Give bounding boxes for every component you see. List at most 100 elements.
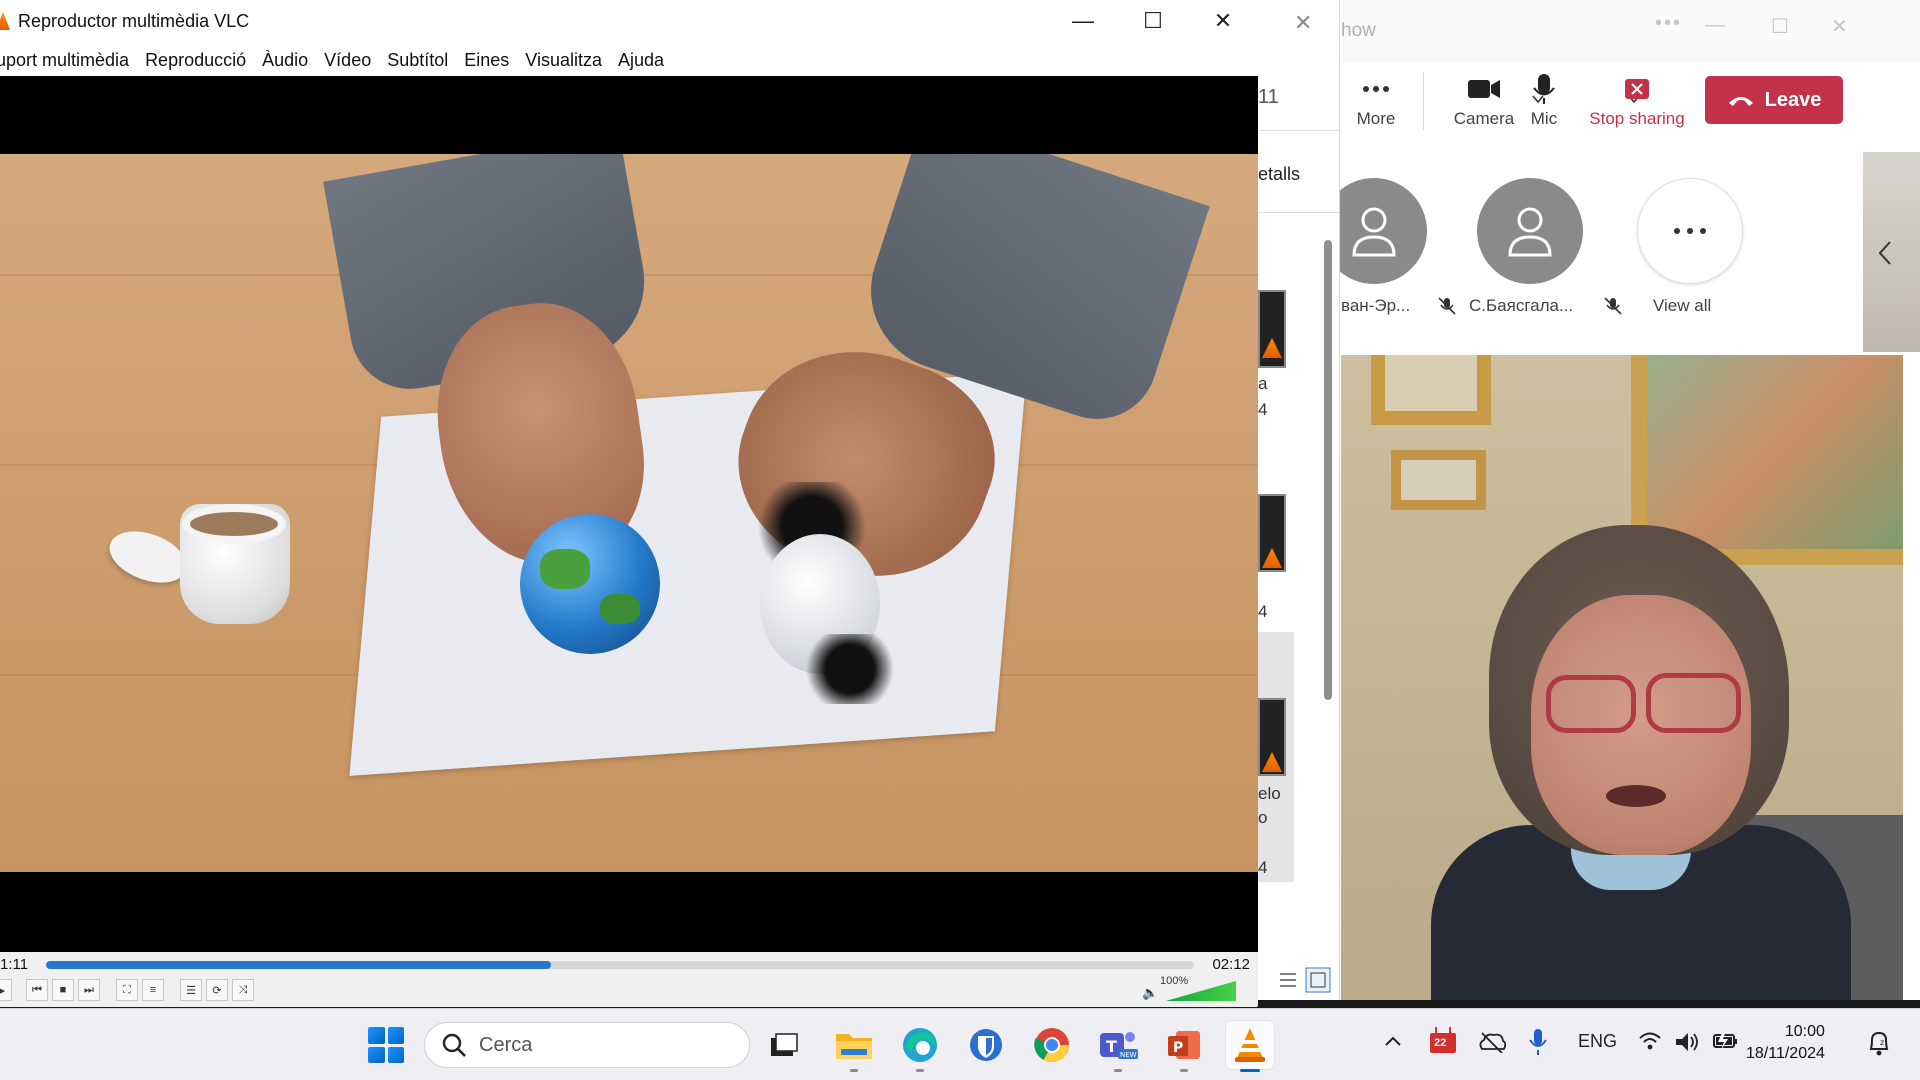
file-name[interactable]: elo [1258,784,1281,804]
details-view-icon[interactable] [1280,973,1296,987]
ellipsis-icon [1674,228,1706,234]
close-icon[interactable]: ✕ [1208,8,1238,34]
stop-button[interactable]: ■ [52,979,74,1001]
volume-icon[interactable] [1674,1031,1700,1053]
toolbar-divider [1423,72,1424,130]
teams-new-icon[interactable]: T NEW [1094,1021,1142,1072]
play-pause-button[interactable]: ▶ [0,979,12,1001]
microphone-in-use-icon[interactable] [1528,1027,1548,1057]
chrome-icon[interactable] [1028,1021,1076,1069]
elapsed-time: 1:11 [0,956,29,973]
muted-mic-icon [1438,297,1456,315]
maximize-icon[interactable]: ☐ [1138,8,1168,34]
leave-label: Leave [1764,88,1822,111]
extended-settings-button[interactable]: ≡ [142,979,164,1001]
menu-playback[interactable]: Reproducció [145,50,246,71]
svg-text:NEW: NEW [1120,1051,1137,1059]
svg-text:P: P [1173,1040,1183,1056]
loop-button[interactable]: ⟳ [206,979,228,1001]
playlist-button[interactable]: ☰ [180,979,202,1001]
participants-strip: ван-Эр... С.Баясгала... View all [1321,150,1920,355]
battery-charging-icon[interactable] [1712,1031,1738,1051]
mic-button[interactable]: Mic [1511,62,1577,140]
notifications-bell-icon[interactable]: z [1866,1029,1892,1057]
hang-up-icon [1728,97,1753,106]
shared-content-thumbnail[interactable] [1863,152,1920,352]
total-time[interactable]: 02:12 [1212,956,1250,973]
participant-name: ван-Эр... [1341,296,1411,315]
seek-progress [46,961,552,969]
chevron-left-icon[interactable] [1877,240,1893,266]
search-placeholder: Cerca [479,1034,533,1056]
fullscreen-button[interactable]: ⛶ [116,979,138,1001]
seek-bar-row: 1:11 02:12 [0,952,1258,976]
vlc-taskbar-icon[interactable] [1226,1021,1274,1072]
file-name[interactable]: o [1258,808,1267,828]
start-button[interactable] [368,1027,404,1063]
chevron-up-icon[interactable] [1384,1035,1402,1047]
view-all-button[interactable] [1637,178,1743,284]
video-frame [0,154,1258,872]
vlc-window: Reproductor multimèdia VLC — ☐ ✕ uport m… [0,0,1258,1007]
seek-slider[interactable] [46,961,1194,969]
volume-label: 100% [1160,975,1189,987]
speaker-icon[interactable]: 🔈 [1142,985,1158,1001]
menu-media[interactable]: uport multimèdia [0,50,129,71]
menu-help[interactable]: Ajuda [618,50,664,71]
menu-subtitle[interactable]: Subtítol [387,50,448,71]
taskbar: Cerca T NEW P 22 ENG 10:00 18/11/2024 z [0,1008,1920,1080]
file-name[interactable]: 4 [1258,858,1267,878]
details-button[interactable]: etalls [1258,164,1300,185]
stop-sharing-icon [1624,73,1650,105]
taskbar-clock[interactable]: 10:00 18/11/2024 [1746,1021,1825,1065]
file-name[interactable]: 4 [1258,400,1267,420]
search-icon [442,1033,466,1057]
file-name[interactable]: 4 [1258,602,1267,622]
more-label: More [1356,109,1396,128]
wifi-icon[interactable] [1638,1031,1662,1051]
previous-button[interactable]: ⏮ [26,979,48,1001]
edge-browser-icon[interactable] [896,1021,944,1072]
more-options-icon[interactable]: ••• [1655,12,1682,35]
minimize-icon[interactable]: — [1705,14,1725,37]
next-button[interactable]: ⏭ [78,979,100,1001]
tiles-view-icon[interactable] [1305,967,1331,993]
menu-tools[interactable]: Eines [464,50,509,71]
meeting-toolbar: More Camera Mic Stop sharing Leave [1341,62,1920,140]
video-display[interactable] [0,76,1258,952]
onedrive-offline-icon[interactable] [1478,1031,1506,1053]
file-name[interactable]: a [1258,374,1267,394]
shuffle-button[interactable]: ⤨ [232,979,254,1001]
person-icon [1508,207,1552,257]
volume-control[interactable]: 🔈 100% [1142,975,1240,1003]
clock-date: 18/11/2024 [1746,1045,1825,1062]
camera-label: Camera [1453,109,1515,128]
camera-icon [1467,73,1501,105]
leave-button[interactable]: Leave [1705,76,1843,124]
explorer-header-text: 11 [1258,86,1279,108]
language-indicator[interactable]: ENG [1578,1031,1617,1052]
maximize-icon[interactable]: ☐ [1771,14,1789,39]
calendar-app-icon[interactable]: 22 [1428,1025,1458,1055]
view-switcher [1276,966,1336,994]
file-explorer-icon[interactable] [830,1021,878,1072]
close-icon[interactable]: ✕ [1831,14,1848,39]
powerpoint-icon[interactable]: P [1160,1021,1208,1072]
file-explorer-window: ✕ 11 etalls a 4 4 elo o 4 [1258,0,1340,1000]
scrollbar[interactable] [1324,240,1332,700]
taskbar-search[interactable]: Cerca [424,1022,750,1068]
bitwarden-icon[interactable] [962,1021,1010,1069]
participant-avatar[interactable] [1477,178,1583,284]
close-icon[interactable]: ✕ [1294,10,1312,36]
view-all-label: View all [1653,296,1712,315]
stop-sharing-button[interactable]: Stop sharing [1587,62,1687,140]
menu-video[interactable]: Vídeo [324,50,371,71]
task-view-icon[interactable] [760,1021,808,1069]
menu-view[interactable]: Visualitza [525,50,602,71]
minimize-icon[interactable]: — [1068,8,1098,34]
teams-window-title: how [1341,20,1376,41]
more-button[interactable]: More [1341,62,1411,140]
participant-video-tile [1341,355,1903,1000]
menu-audio[interactable]: Àudio [262,50,308,71]
person-icon [1352,207,1396,257]
